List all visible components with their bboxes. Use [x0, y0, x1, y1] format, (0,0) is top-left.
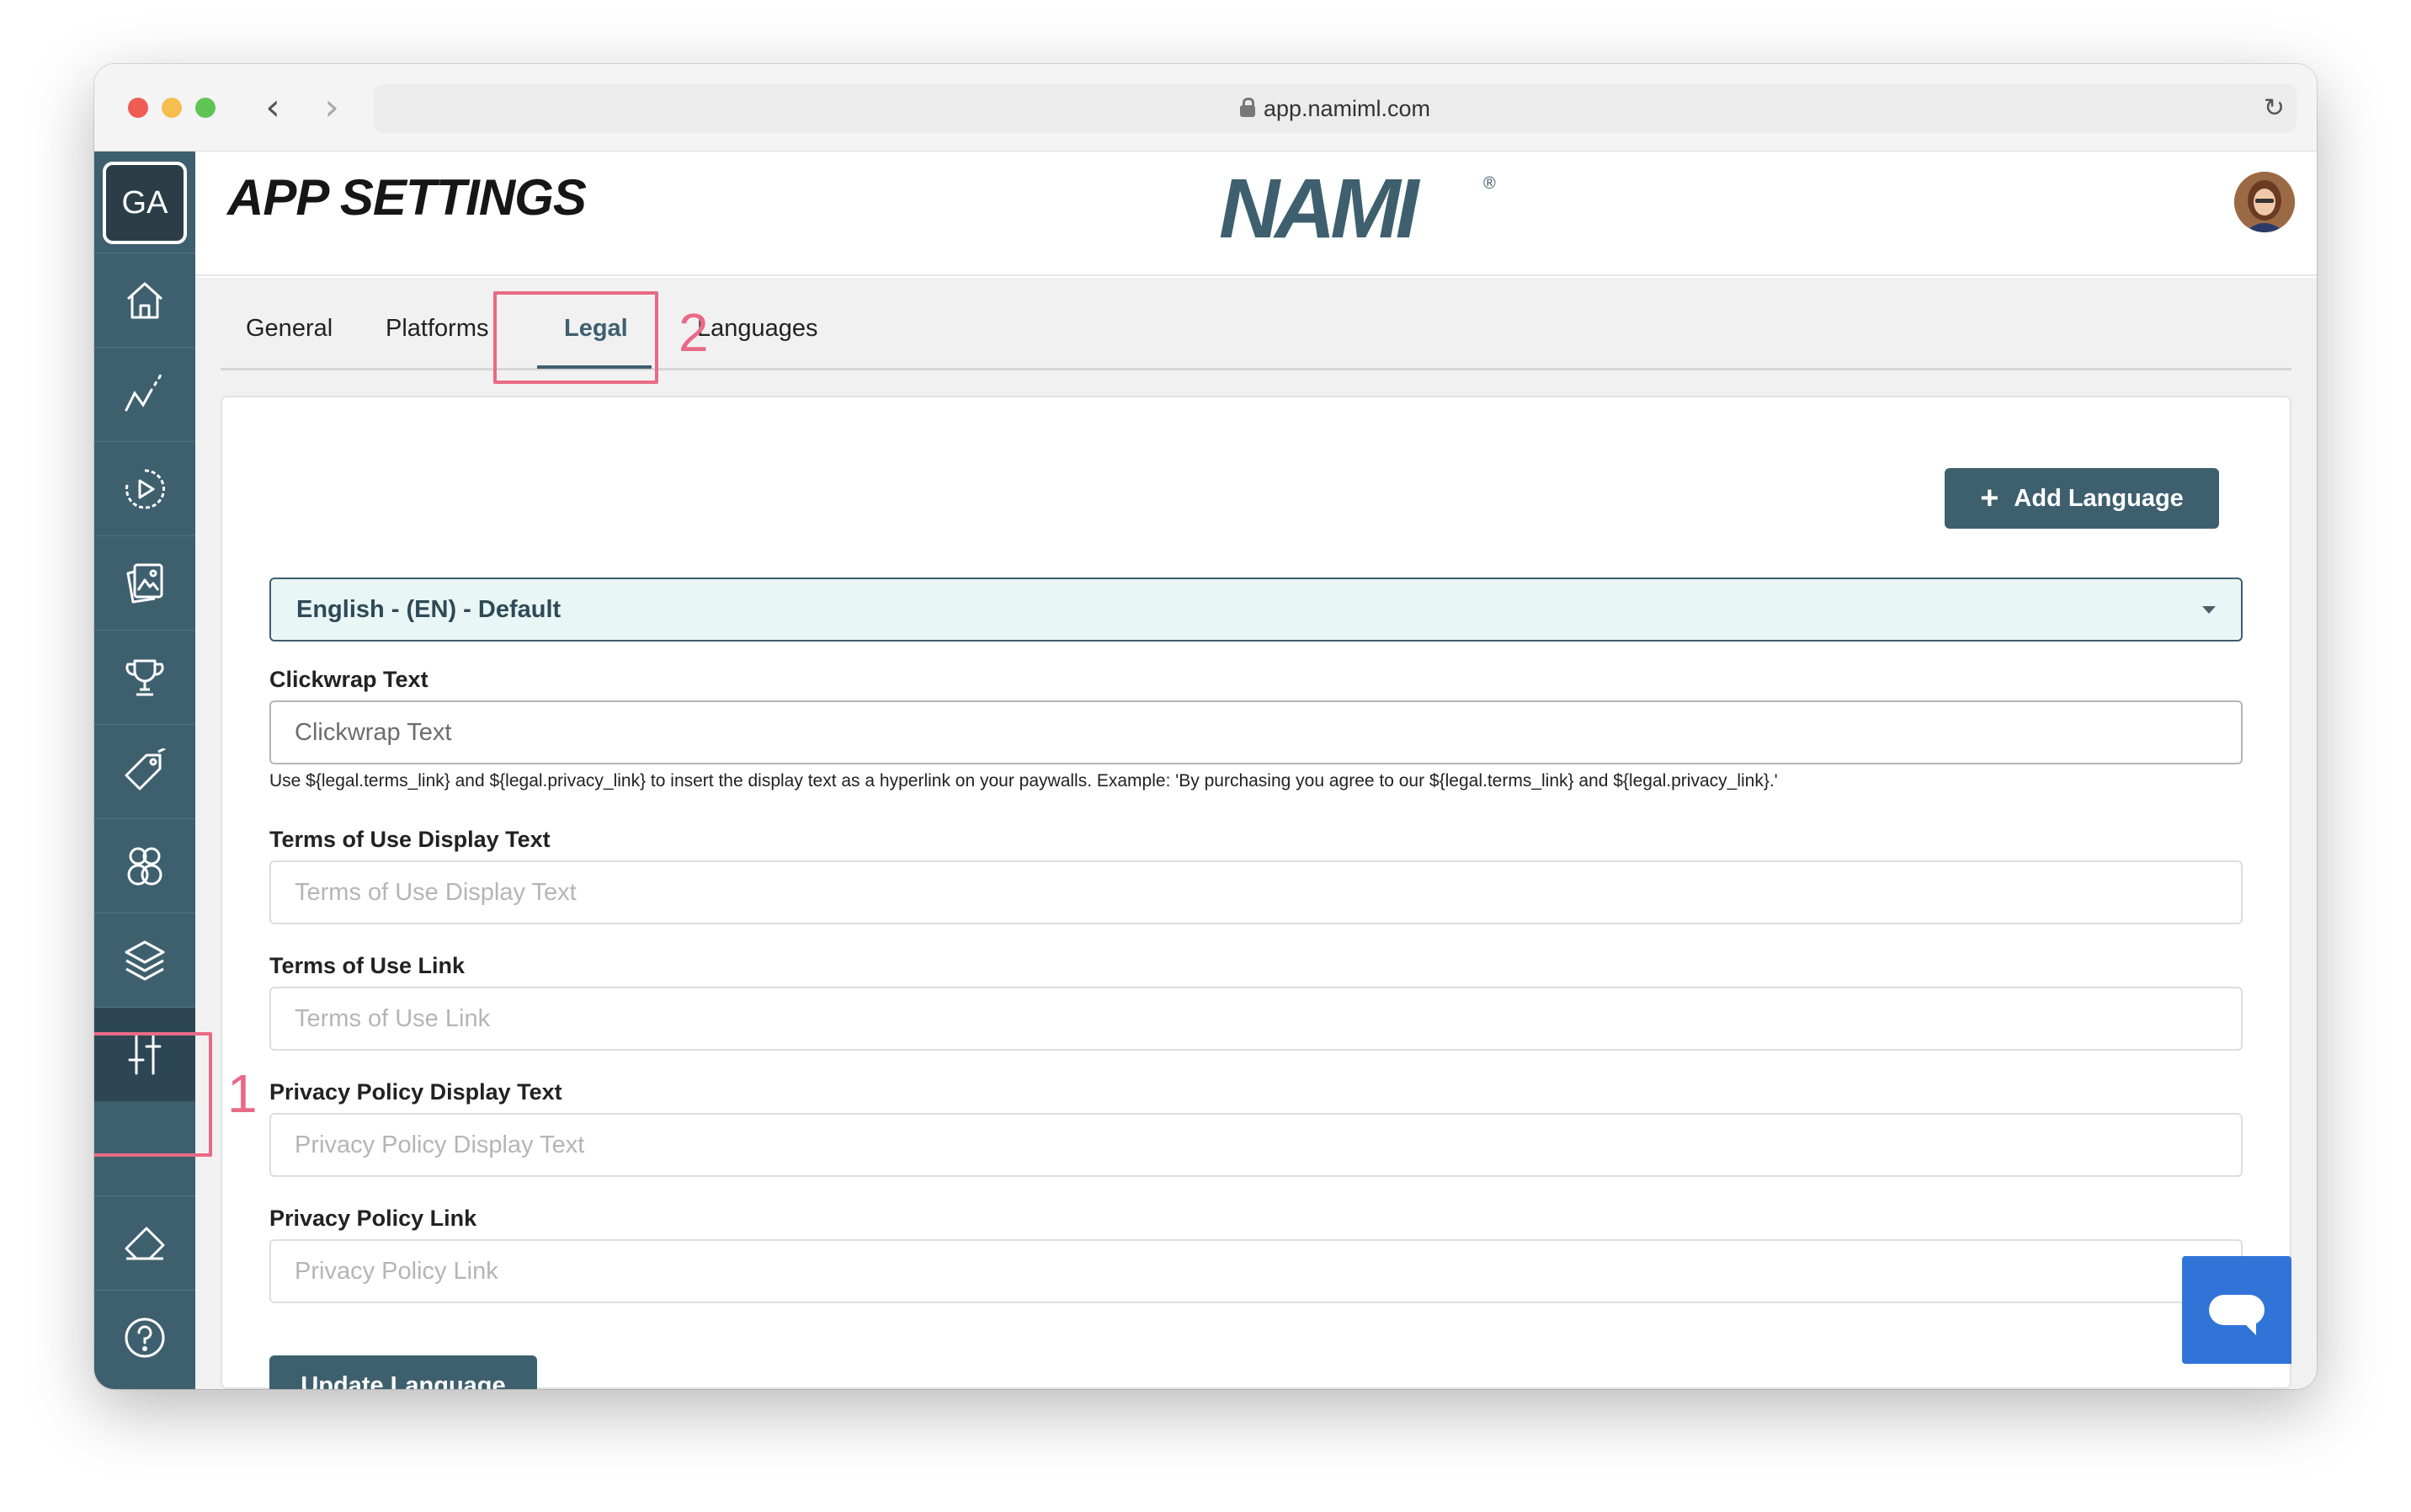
add-language-label: Add Language — [2014, 485, 2184, 512]
user-photo — [2234, 172, 2295, 232]
logo-text: NAMI — [1219, 168, 1421, 244]
address-bar[interactable]: app.namiml.com ↻ — [374, 84, 2297, 133]
sidebar-item-customers[interactable] — [94, 818, 195, 913]
language-select-value: English - (EN) - Default — [296, 596, 562, 623]
url-text: app.namiml.com — [1263, 96, 1431, 121]
clickwrap-input[interactable] — [269, 700, 2243, 764]
plus-icon: + — [1980, 481, 1999, 516]
chevron-down-icon — [2202, 606, 2216, 614]
annotation-number-step1: 1 — [227, 1063, 258, 1124]
annotation-number-step2: 2 — [679, 302, 709, 363]
help-icon — [125, 1318, 165, 1358]
logo-registered: ® — [1483, 174, 1496, 193]
clickwrap-label: Clickwrap Text — [269, 667, 428, 692]
chat-icon — [2209, 1295, 2265, 1335]
nami-logo-mark: NAMI ® — [1219, 162, 1496, 256]
tab-languages[interactable]: Languages — [697, 311, 818, 345]
legal-settings-card: + Add Language English - (EN) - Default C… — [221, 396, 2291, 1389]
main-content: General Platforms Legal Languages + Add L… — [195, 278, 2317, 1389]
sidebar-item-clear[interactable] — [94, 1195, 195, 1290]
language-select[interactable]: English - (EN) - Default — [269, 578, 2243, 642]
address-url: app.namiml.com — [374, 84, 2297, 133]
app-header: APP SETTINGS NAMI ® — [195, 152, 2317, 276]
sidebar: GA — [94, 152, 195, 1389]
chat-widget-button[interactable] — [2182, 1256, 2291, 1364]
minimize-window-button[interactable] — [162, 98, 182, 118]
tab-platforms[interactable]: Platforms — [386, 311, 488, 345]
clickwrap-hint: Use ${legal.terms_link} and ${legal.priv… — [269, 771, 1778, 791]
back-arrow-icon[interactable]: ‹ — [256, 84, 290, 131]
terms-link-input[interactable] — [269, 987, 2243, 1051]
page-title: APP SETTINGS — [227, 169, 587, 226]
close-window-button[interactable] — [128, 98, 148, 118]
sidebar-item-help[interactable] — [94, 1290, 195, 1384]
forward-arrow-icon[interactable]: › — [315, 84, 349, 131]
annotation-box-step1 — [94, 1032, 212, 1157]
layers-icon — [125, 940, 165, 981]
sidebar-item-products[interactable] — [94, 724, 195, 818]
browser-toolbar: ‹ › app.namiml.com ↻ — [94, 64, 2317, 152]
sidebar-item-analytics[interactable] — [94, 347, 195, 441]
sidebar-item-achievements[interactable] — [94, 630, 195, 724]
sidebar-item-campaigns[interactable] — [94, 441, 195, 535]
org-switcher[interactable]: GA — [103, 162, 187, 244]
annotation-box-step2 — [493, 291, 658, 384]
maximize-window-button[interactable] — [195, 98, 216, 118]
terms-display-label: Terms of Use Display Text — [269, 827, 551, 852]
user-avatar[interactable] — [2234, 172, 2295, 232]
browser-window: ‹ › app.namiml.com ↻ GA APP SETTINGS NAM… — [94, 64, 2317, 1389]
trophy-icon — [125, 659, 164, 696]
sidebar-item-home[interactable] — [94, 253, 195, 347]
eraser-icon — [125, 1227, 165, 1260]
reload-icon[interactable]: ↻ — [2264, 84, 2285, 133]
analytics-icon — [125, 373, 162, 412]
nami-logo[interactable]: NAMI ® — [1219, 162, 1497, 256]
tag-icon — [125, 748, 166, 791]
lock-icon — [1239, 98, 1255, 117]
privacy-display-label: Privacy Policy Display Text — [269, 1079, 562, 1105]
update-language-button[interactable]: Update Language — [269, 1355, 537, 1389]
privacy-link-label: Privacy Policy Link — [269, 1206, 477, 1231]
home-icon — [126, 282, 163, 319]
terms-display-input[interactable] — [269, 860, 2243, 924]
add-language-button[interactable]: + Add Language — [1945, 468, 2219, 529]
sidebar-item-integrations[interactable] — [94, 913, 195, 1007]
paywalls-icon — [126, 563, 163, 604]
sidebar-item-paywalls[interactable] — [94, 535, 195, 630]
privacy-link-input[interactable] — [269, 1239, 2243, 1303]
users-icon — [127, 847, 162, 886]
campaigns-icon — [125, 469, 165, 509]
tab-general[interactable]: General — [246, 311, 333, 345]
privacy-display-input[interactable] — [269, 1113, 2243, 1177]
terms-link-label: Terms of Use Link — [269, 953, 466, 978]
